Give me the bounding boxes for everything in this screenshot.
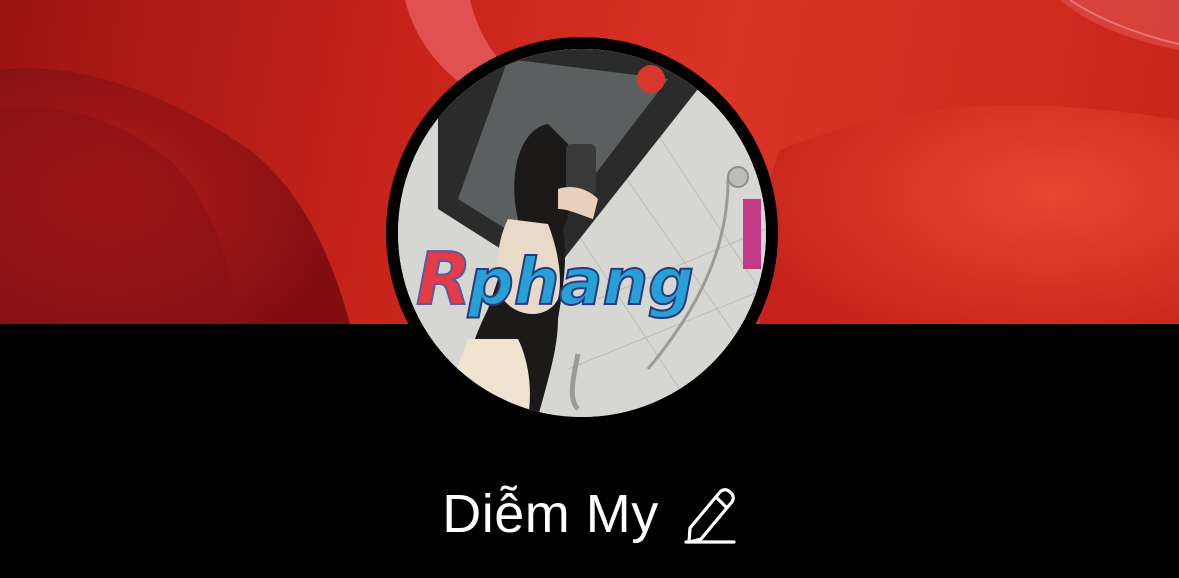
edit-name-button[interactable]: [683, 484, 737, 544]
name-row: Diễm My: [0, 474, 1179, 554]
avatar-photo: R phang: [398, 49, 766, 417]
svg-text:phang: phang: [467, 246, 694, 320]
profile-name: Diễm My: [442, 484, 659, 544]
svg-text:R: R: [416, 237, 471, 321]
pencil-icon: [684, 488, 736, 544]
profile-header: R phang Diễm My: [0, 0, 1179, 578]
avatar[interactable]: R phang: [398, 49, 766, 417]
